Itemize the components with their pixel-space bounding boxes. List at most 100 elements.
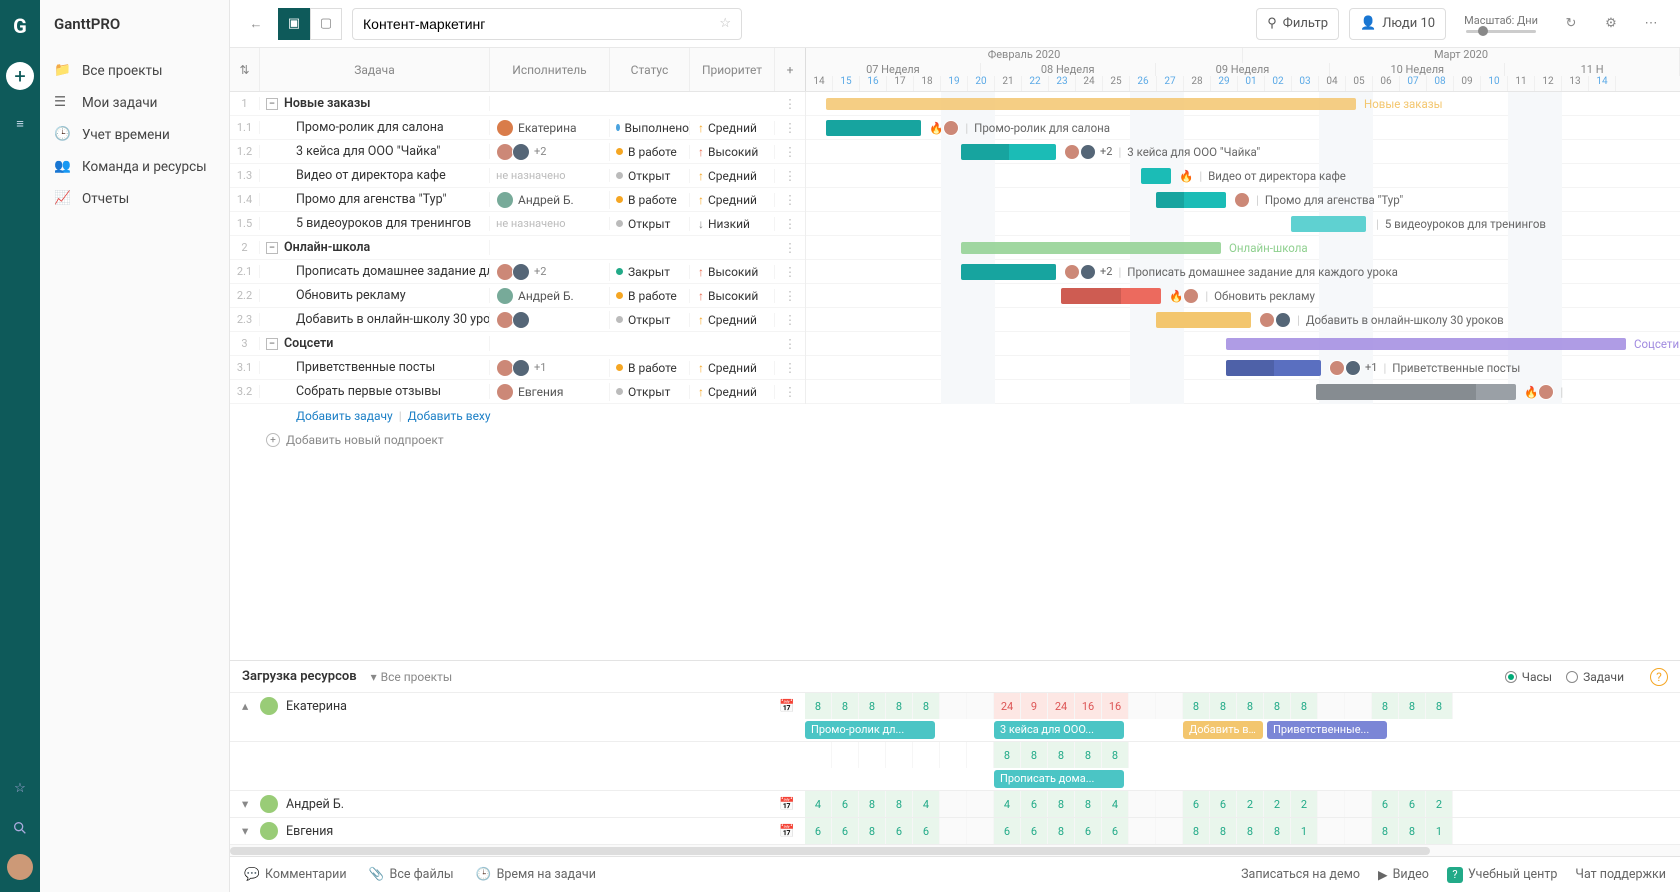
add-button[interactable]: + — [6, 62, 34, 90]
group-name: Соцсети — [284, 336, 333, 351]
row-menu-button[interactable]: ⋮ — [775, 120, 805, 136]
task-row[interactable]: 3.1Приветственные посты+1В работе↑Средни… — [230, 356, 1680, 380]
task-name: Промо-ролик для салона — [270, 120, 444, 135]
day-label: 11 — [1508, 76, 1535, 91]
row-menu-button[interactable]: ⋮ — [775, 288, 805, 304]
sidebar-label: Учет времени — [82, 127, 170, 143]
notification-icon[interactable]: ☆ — [6, 774, 34, 802]
collapse-button[interactable]: − — [266, 338, 278, 350]
gantt-bar[interactable] — [1156, 312, 1251, 328]
row-menu-button[interactable]: ⋮ — [775, 216, 805, 232]
task-row[interactable]: 1.1Промо-ролик для салонаЕкатеринаВыполн… — [230, 116, 1680, 140]
radio-tasks[interactable]: Задачи — [1566, 670, 1624, 684]
task-row[interactable]: 1.4Промо для агенства "Тур"Андрей Б.В ра… — [230, 188, 1680, 212]
row-menu-button[interactable]: ⋮ — [775, 144, 805, 160]
month-label: Февраль 2020 — [806, 48, 1243, 63]
gantt-bar[interactable] — [961, 144, 1056, 160]
filter-icon: ⚲ — [1267, 16, 1277, 31]
calendar-icon[interactable]: 📅 — [779, 699, 795, 714]
calendar-icon[interactable]: 📅 — [779, 797, 795, 812]
filter-button[interactable]: ⚲ Фильтр — [1256, 8, 1339, 40]
sidebar-item-reports[interactable]: 📈 Отчеты — [40, 183, 229, 215]
back-button[interactable]: ← — [244, 16, 268, 32]
resource-chip[interactable]: Добавить в ... — [1183, 721, 1263, 739]
expand-button[interactable]: ▾ — [242, 823, 252, 839]
horizontal-scrollbar[interactable] — [230, 844, 1680, 856]
support-link[interactable]: Чат поддержки — [1575, 867, 1666, 882]
video-link[interactable]: ▶Видео — [1378, 867, 1429, 883]
board-view-button[interactable]: ▢ — [310, 8, 342, 40]
plus-circle-icon[interactable]: + — [266, 433, 280, 447]
task-row[interactable]: 3.2Собрать первые отзывыЕвгенияОткрыт↑Ср… — [230, 380, 1680, 404]
sidebar-item-time[interactable]: 🕒 Учет времени — [40, 119, 229, 151]
row-menu-button[interactable]: ⋮ — [775, 384, 805, 400]
task-name: Собрать первые отзывы — [270, 384, 441, 399]
resources-scope-select[interactable]: ▾ Все проекты — [371, 670, 453, 684]
expand-button[interactable]: ▴ — [242, 698, 252, 714]
sidebar-label: Мои задачи — [82, 95, 157, 111]
row-menu-button[interactable]: ⋮ — [775, 336, 805, 352]
add-task-link[interactable]: Добавить задачу — [296, 409, 393, 423]
month-label: Март 2020 — [1243, 48, 1680, 63]
menu-icon[interactable]: ≡ — [6, 110, 34, 138]
task-row[interactable]: 1.55 видеоуроков для тренинговне назначе… — [230, 212, 1680, 236]
resource-chip[interactable]: Приветственные... — [1267, 721, 1387, 739]
gantt-bar[interactable] — [1061, 288, 1161, 304]
row-menu-button[interactable]: ⋮ — [775, 240, 805, 256]
gantt-bar[interactable] — [826, 120, 921, 136]
search-icon[interactable] — [6, 814, 34, 842]
zoom-slider[interactable] — [1466, 30, 1536, 33]
gantt-bar[interactable] — [1316, 384, 1516, 400]
row-menu-button[interactable]: ⋮ — [775, 192, 805, 208]
task-name: 3 кейса для ООО "Чайка" — [270, 144, 440, 159]
add-subproject[interactable]: Добавить новый подпроект — [286, 433, 444, 447]
sidebar-item-my-tasks[interactable]: ☰ Мои задачи — [40, 87, 229, 119]
user-avatar[interactable] — [7, 854, 33, 880]
expand-button[interactable]: ▾ — [242, 796, 252, 812]
radio-hours[interactable]: Часы — [1505, 670, 1552, 684]
resource-chip[interactable]: Прописать дома... — [994, 770, 1124, 788]
sort-button[interactable]: ⇅ — [230, 48, 260, 91]
history-icon[interactable]: ↻ — [1556, 9, 1586, 39]
star-icon[interactable]: ☆ — [719, 16, 731, 31]
collapse-button[interactable]: − — [266, 242, 278, 254]
calendar-icon[interactable]: 📅 — [779, 824, 795, 839]
day-label: 05 — [1346, 76, 1373, 91]
gantt-bar[interactable] — [961, 264, 1056, 280]
demo-link[interactable]: Записаться на демо — [1241, 867, 1360, 882]
resource-chip[interactable]: Промо-ролик дл... — [805, 721, 935, 739]
add-column-button[interactable]: + — [775, 48, 805, 91]
settings-icon[interactable]: ⚙ — [1596, 9, 1626, 39]
gantt-bar[interactable] — [1141, 168, 1171, 184]
project-title-input[interactable] — [363, 16, 719, 32]
task-row[interactable]: 1.23 кейса для ООО "Чайка"+2В работе↑Выс… — [230, 140, 1680, 164]
gantt-bar[interactable] — [1291, 216, 1366, 232]
row-menu-button[interactable]: ⋮ — [775, 360, 805, 376]
task-row[interactable]: 2.2Обновить рекламуАндрей Б.В работе↑Выс… — [230, 284, 1680, 308]
help-icon[interactable]: ? — [1650, 668, 1668, 686]
more-icon[interactable]: ⋯ — [1636, 9, 1666, 39]
gantt-bar[interactable] — [1226, 360, 1321, 376]
gantt-view-button[interactable]: ▣ — [278, 8, 310, 40]
sidebar-item-team[interactable]: 👥 Команда и ресурсы — [40, 151, 229, 183]
sidebar-item-all-projects[interactable]: 📁 Все проекты — [40, 55, 229, 87]
row-menu-button[interactable]: ⋮ — [775, 264, 805, 280]
day-label: 20 — [968, 76, 995, 91]
time-button[interactable]: 🕒Время на задачи — [476, 867, 596, 882]
add-milestone-link[interactable]: Добавить веху — [408, 409, 491, 423]
comments-button[interactable]: 💬Комментарии — [244, 867, 347, 882]
task-row[interactable]: 2.3Добавить в онлайн-школу 30 уроковОткр… — [230, 308, 1680, 332]
files-button[interactable]: 📎Все файлы — [369, 867, 454, 882]
row-menu-button[interactable]: ⋮ — [775, 312, 805, 328]
people-button[interactable]: 👤 Люди 10 — [1349, 8, 1446, 40]
task-row[interactable]: 1.3Видео от директора кафене назначеноОт… — [230, 164, 1680, 188]
gantt-bar[interactable] — [1156, 192, 1226, 208]
learn-link[interactable]: ?Учебный центр — [1447, 867, 1557, 883]
resource-chip[interactable]: 3 кейса для ООО... — [994, 721, 1124, 739]
collapse-button[interactable]: − — [266, 98, 278, 110]
row-menu-button[interactable]: ⋮ — [775, 96, 805, 112]
task-name: Приветственные посты — [270, 360, 435, 375]
row-menu-button[interactable]: ⋮ — [775, 168, 805, 184]
zoom-control[interactable]: Масштаб: Дни — [1464, 14, 1538, 33]
task-row[interactable]: 2.1Прописать домашнее задание для к...+2… — [230, 260, 1680, 284]
